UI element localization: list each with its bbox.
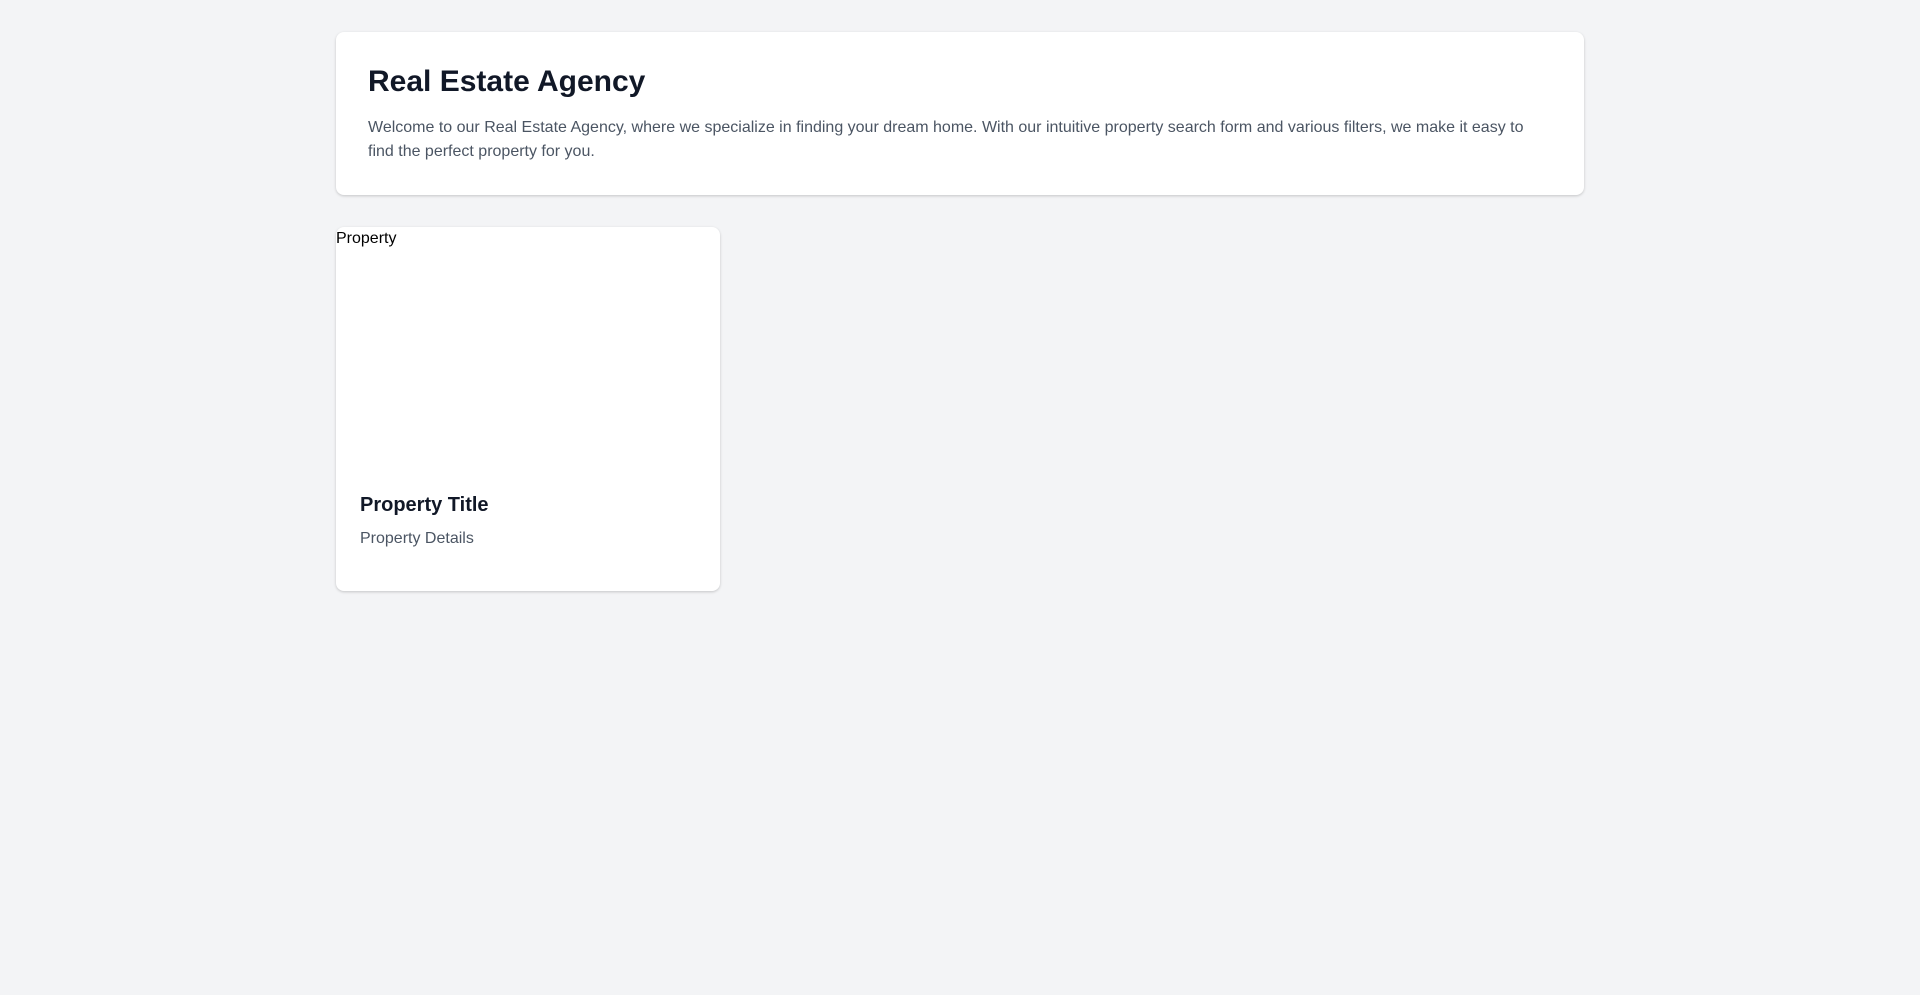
listing-grid: Property Property Title Property Details [336,227,1584,591]
property-body: Property Title Property Details [336,491,720,551]
header-card: Real Estate Agency Welcome to our Real E… [336,32,1584,195]
page-title: Real Estate Agency [368,65,646,98]
property-title[interactable]: Property Title [360,491,696,519]
property-details: Property Details [360,530,474,547]
page-container: Real Estate Agency Welcome to our Real E… [336,32,1584,591]
property-image: Property [336,230,397,247]
page-intro: Welcome to our Real Estate Agency, where… [368,119,1524,160]
property-card[interactable]: Property Property Title Property Details [336,227,720,591]
